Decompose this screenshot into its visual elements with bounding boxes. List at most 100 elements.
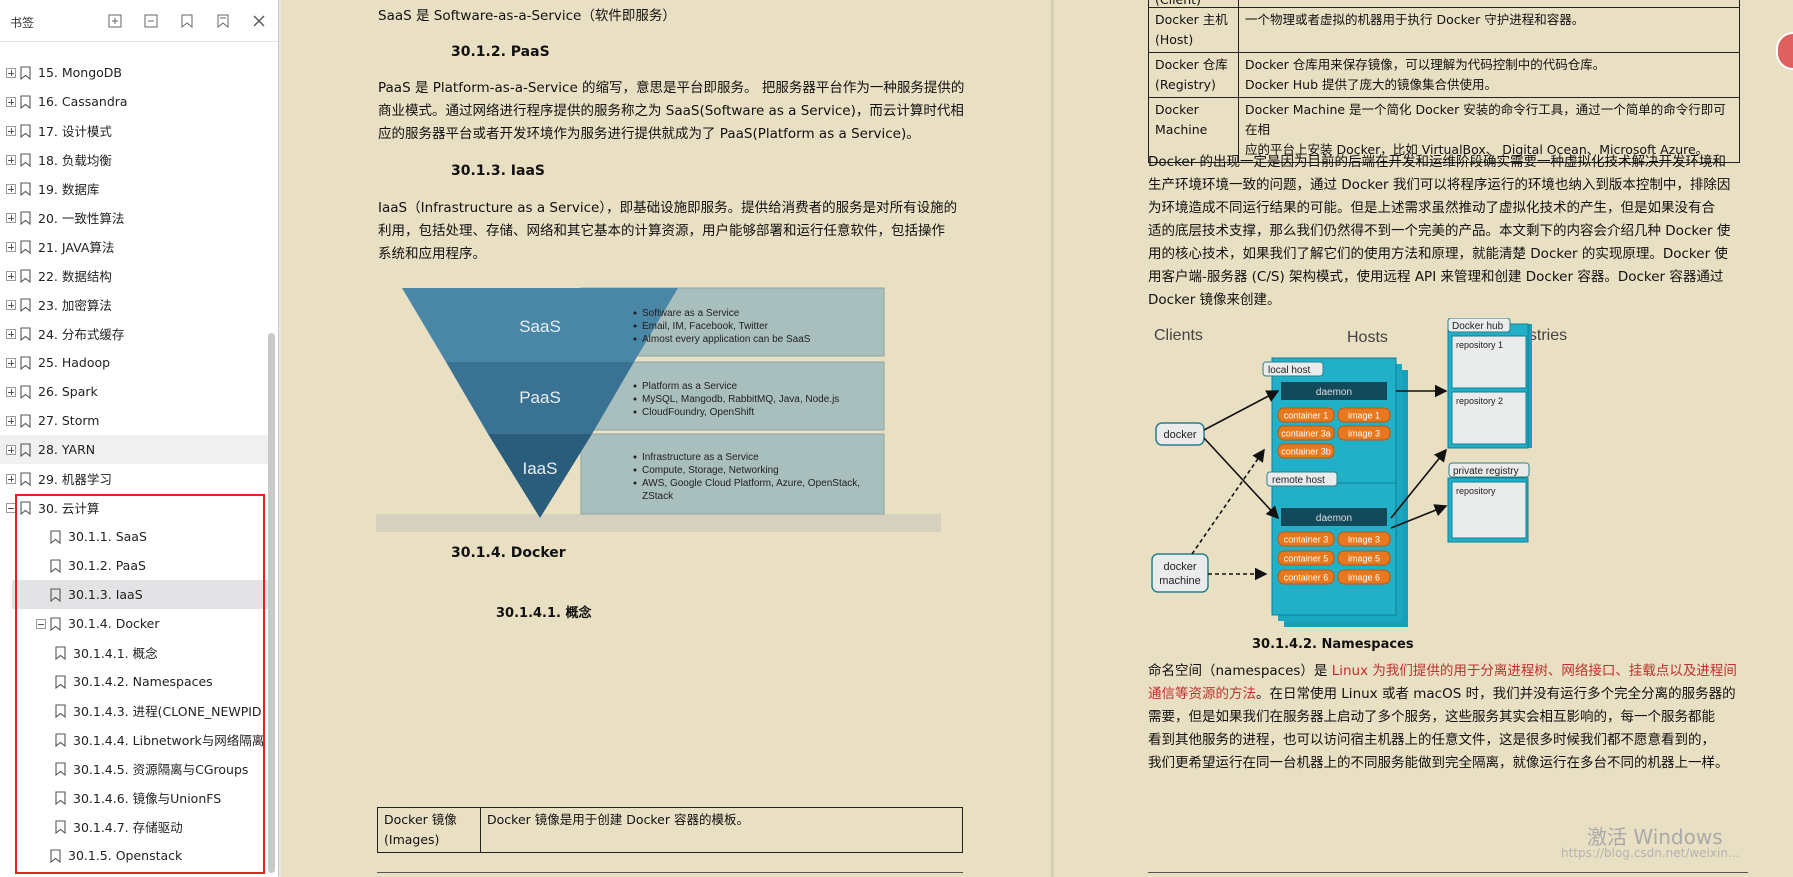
table-cell: 一个物理或者虚拟的机器用于执行 Docker 守护进程和容器。 [1238,7,1740,53]
expand-icon[interactable] [6,183,16,194]
docker-components-table: (Client)Docker 主机(Host)一个物理或者虚拟的机器用于执行 D… [1148,0,1740,163]
collapse-icon[interactable] [36,618,46,629]
bookmark-item[interactable]: 30.1.4.4. Libnetwork与网络隔离 [0,725,268,754]
table-row: (Client) [1148,0,1740,8]
bookmark-item[interactable]: 30.1.4.7. 存储驱动 [0,812,268,841]
bookmark-item[interactable]: 30.1.4.3. 进程(CLONE_NEWPID [0,696,268,725]
diagram-pill-label: image 5 [1348,554,1380,564]
bookmark-item[interactable]: 27. Storm [0,406,268,435]
bookmark-item[interactable]: 21. JAVA算法 [0,232,268,261]
table-cell: Docker 仓库用来保存镜像，可以理解为代码控制中的代码仓库。 Docker H… [1238,52,1740,98]
bookmark-label: 16. Cassandra [38,94,128,109]
collapse-icon[interactable] [6,502,16,513]
bookmark-label: 30.1.1. SaaS [68,529,147,544]
bookmark-item[interactable]: 30.1.1. SaaS [12,522,268,551]
pyramid-bullet: MySQL, Mangodb, RabbitMQ, Java, Node.js [642,394,839,405]
bookmark-label: 30.1.4. Docker [68,616,160,631]
bookmark-label: 22. 数据结构 [38,269,112,284]
expand-icon[interactable] [6,212,16,223]
pyramid-bullet: ZStack [642,491,674,502]
bookmark-item[interactable]: 18. 负载均衡 [0,145,268,174]
bookmark-icon [55,761,66,776]
bookmark-item[interactable]: 20. 一致性算法 [0,203,268,232]
expand-icon[interactable] [6,67,16,78]
expand-icon[interactable] [6,125,16,136]
private-registry-label: private registry [1453,466,1519,477]
bookmark-label: 30.1.4.7. 存储驱动 [73,820,183,835]
bookmark-label: 24. 分布式缓存 [38,327,125,342]
bookmark-label: 18. 负载均衡 [38,153,112,168]
expand-icon[interactable] [6,154,16,165]
pyramid-layer-iaas: IaaS [523,459,558,478]
bookmark-item[interactable]: 30. 云计算 [0,493,268,522]
bookmark-label: 21. JAVA算法 [38,240,115,255]
bookmark-item[interactable]: 28. YARN [0,435,268,464]
bookmark-item[interactable]: 17. 设计模式 [0,116,268,145]
iaas-paragraph: IaaS（Infrastructure as a Service），即基础设施即… [378,200,958,262]
bookmark-item[interactable]: 30.1.3. IaaS [12,580,268,609]
cloud-service-pyramid: SaaS PaaS IaaS Software as a Service Ema… [376,287,941,532]
bookmark-icon [20,152,31,167]
bookmark-item[interactable]: 30.1.4.1. 概念 [0,638,268,667]
sidebar-scrollbar[interactable] [268,333,275,873]
bookmark-icon [50,616,61,631]
bookmark-item[interactable]: 19. 数据库 [0,174,268,203]
bookmark-item[interactable]: 24. 分布式缓存 [0,319,268,348]
add-bookmark-icon[interactable] [176,10,198,32]
expand-all-icon[interactable] [104,10,126,32]
expand-icon[interactable] [6,386,16,397]
table-cell [1238,0,1740,8]
bookmark-label: 19. 数据库 [38,182,100,197]
bookmark-icon [20,123,31,138]
bookmark-icon [20,181,31,196]
pyramid-bullet: Almost every application can be SaaS [642,334,811,345]
bookmark-icon [20,326,31,341]
bookmark-item[interactable]: 23. 加密算法 [0,290,268,319]
expand-icon[interactable] [6,270,16,281]
bookmark-item[interactable]: 30.1.4.5. 资源隔离与CGroups [0,754,268,783]
bookmark-icon [20,268,31,283]
expand-icon[interactable] [6,328,16,339]
delete-bookmark-icon[interactable] [212,10,234,32]
expand-icon[interactable] [6,96,16,107]
bookmark-item[interactable]: 30.1.4.6. 镜像与UnionFS [0,783,268,812]
bookmark-item[interactable]: 25. Hadoop [0,348,268,377]
table-row: Docker 镜像 (Images) Docker 镜像是用于创建 Docker… [377,807,963,853]
close-icon[interactable] [248,10,270,32]
diagram-pill-label: container 3 [1284,535,1329,545]
expand-icon[interactable] [6,357,16,368]
table-cell: (Client) [1148,0,1239,8]
bookmark-item[interactable]: 16. Cassandra [0,87,268,116]
bookmark-icon [20,94,31,109]
bookmark-item[interactable]: 30.1.5. Openstack [12,841,268,870]
diagram-pill-label: image 6 [1348,573,1380,583]
bookmark-label: 30.1.5. Openstack [68,848,183,863]
expand-icon[interactable] [6,415,16,426]
repository-1-label: repository 1 [1456,340,1503,350]
local-daemon: daemon [1316,387,1352,398]
bookmark-icon [20,413,31,428]
expand-icon[interactable] [6,299,16,310]
bookmark-label: 29. 机器学习 [38,472,112,487]
paas-paragraph: PaaS 是 Platform-as-a-Service 的缩写，意思是平台即服… [378,80,965,142]
diagram-pill-label: container 1 [1284,411,1329,421]
bookmarks-header: 书签 [0,0,278,42]
bookmark-label: 17. 设计模式 [38,124,112,139]
bookmark-item[interactable]: 30.1.4. Docker [12,609,268,638]
table-cell: Docker 仓库 (Registry) [1148,52,1239,98]
diagram-pill-label: image 3 [1348,535,1380,545]
docker-architecture-diagram: Clients Hosts Registries docker docker m… [1151,318,1567,627]
bookmark-item[interactable]: 29. 机器学习 [0,464,268,493]
bookmark-icon [55,645,66,660]
bookmark-icon [55,703,66,718]
bookmark-item[interactable]: 26. Spark [0,377,268,406]
bookmark-item[interactable]: 15. MongoDB [0,58,268,87]
collapse-all-icon[interactable] [140,10,162,32]
bookmark-item[interactable]: 22. 数据结构 [0,261,268,290]
expand-icon[interactable] [6,241,16,252]
bookmark-item[interactable]: 30.1.2. PaaS [12,551,268,580]
expand-icon[interactable] [6,473,16,484]
client-docker: docker [1163,429,1196,441]
bookmark-item[interactable]: 30.1.4.2. Namespaces [0,667,268,696]
expand-icon[interactable] [6,444,16,455]
